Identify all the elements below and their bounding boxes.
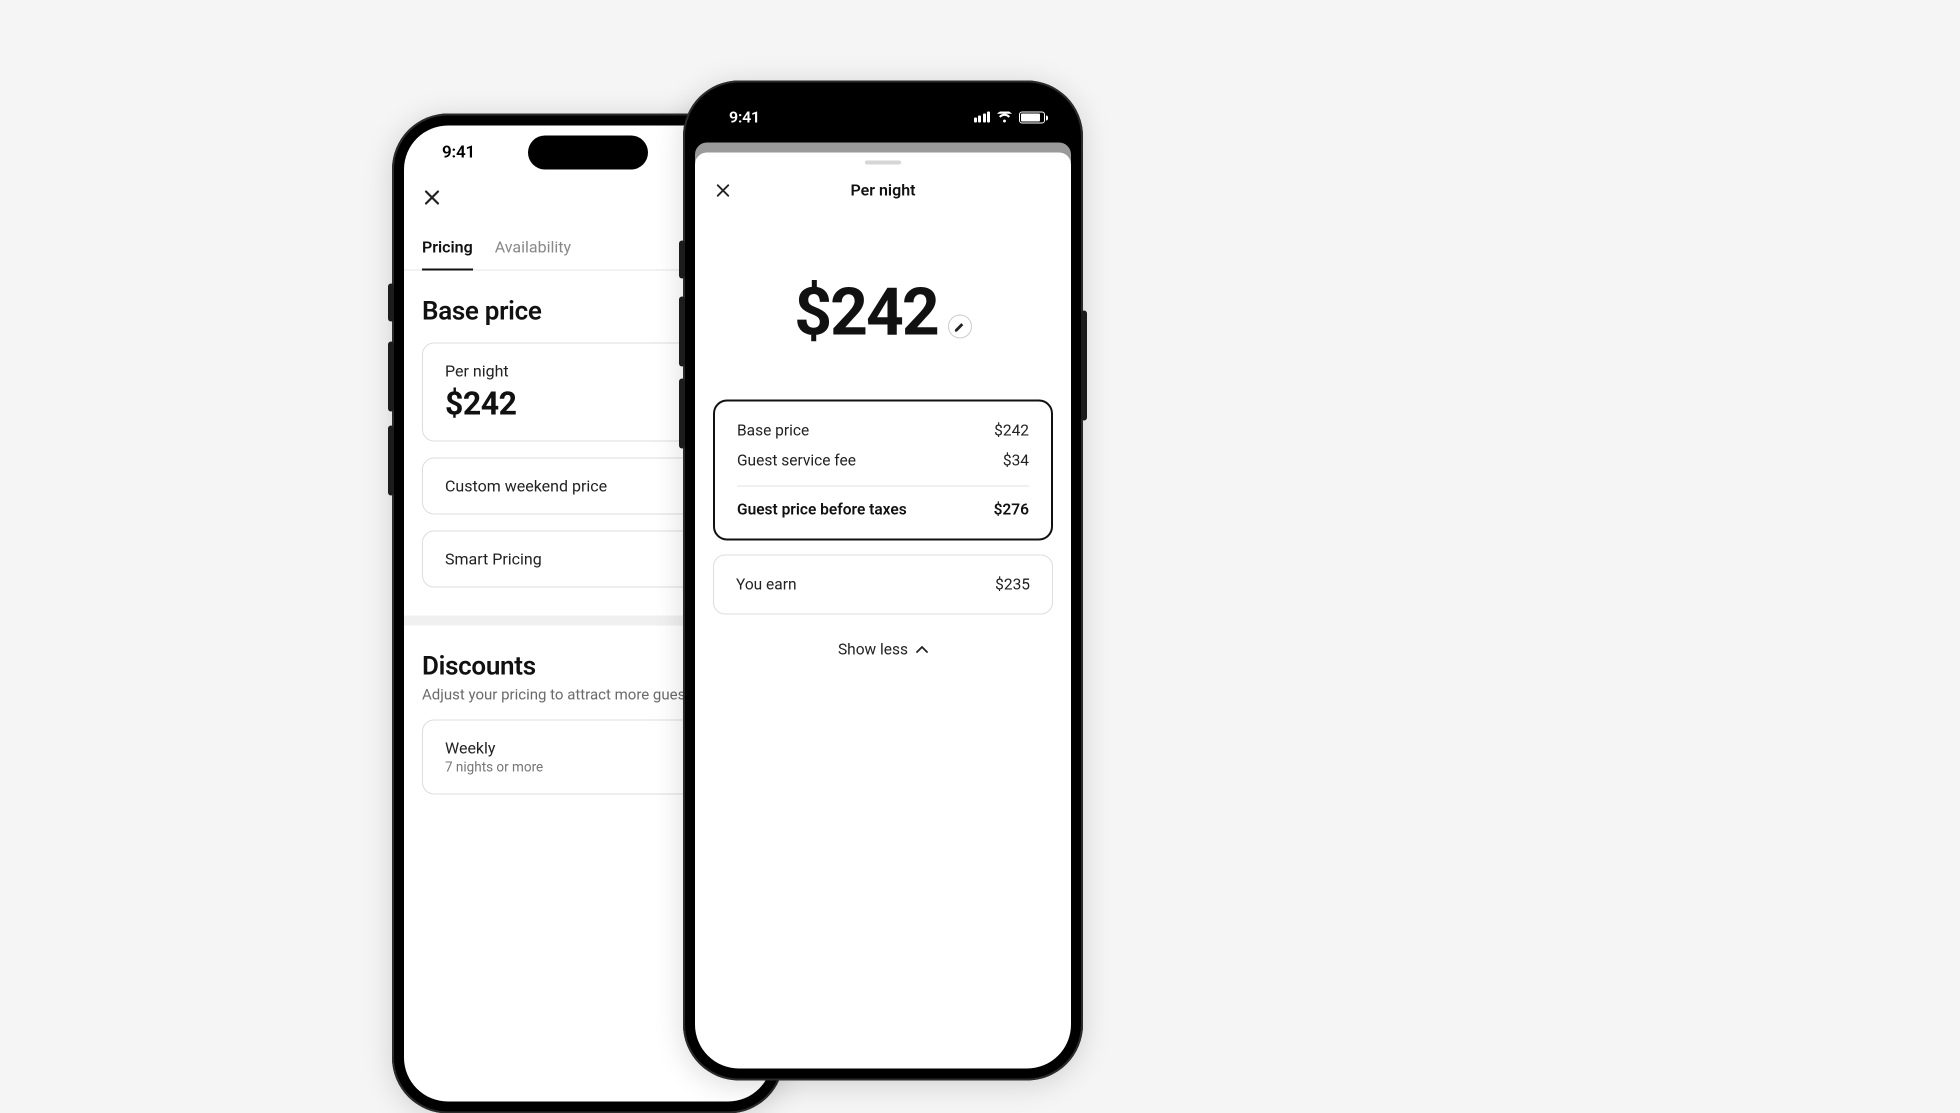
tab-availability[interactable]: Availability [495,237,571,269]
phone-side-button [679,296,685,366]
base-price-value: $242 [994,421,1029,439]
edit-price-button[interactable] [948,315,972,339]
phone-side-button [679,240,685,278]
phone-side-button [388,283,394,321]
wifi-icon [996,111,1013,123]
phone-side-button [388,341,394,411]
you-earn-row: You earn $235 [736,575,1030,593]
tab-pricing[interactable]: Pricing [422,237,473,270]
bottom-sheet: Per night $242 Base price $242 [695,152,1071,1068]
you-earn-box: You earn $235 [713,554,1053,614]
dynamic-island [528,135,648,169]
guest-price-label: Guest price before taxes [737,500,907,518]
status-time: 9:41 [442,142,475,162]
pencil-icon [954,321,965,332]
cellular-icon [974,112,991,123]
service-fee-label: Guest service fee [737,451,856,469]
phone-frame-front: 9:41 Per night [683,80,1083,1080]
show-less-label: Show less [838,640,908,658]
close-icon[interactable] [713,180,733,200]
price-breakdown-box: Base price $242 Guest service fee $34 Gu… [713,399,1053,540]
chevron-up-icon [916,645,928,653]
close-icon[interactable] [422,187,442,207]
phone-side-button [388,425,394,495]
breakdown-row-base: Base price $242 [737,421,1029,439]
status-time: 9:41 [729,108,760,127]
you-earn-label: You earn [736,575,797,593]
service-fee-value: $34 [1003,451,1029,469]
show-less-toggle[interactable]: Show less [695,640,1071,658]
breakdown-row-service: Guest service fee $34 [737,451,1029,469]
phone-side-button [679,378,685,448]
breakdown-row-total: Guest price before taxes $276 [737,500,1029,518]
status-indicators [974,111,1046,123]
sheet-title: Per night [695,181,1071,200]
you-earn-value: $235 [995,575,1030,593]
base-price-label: Base price [737,421,809,439]
phone-side-button [1081,310,1087,420]
status-bar: 9:41 [695,92,1071,142]
breakdown-divider [737,485,1029,486]
hero-price: $242 [794,274,937,351]
guest-price-value: $276 [994,500,1029,518]
battery-icon [1019,111,1045,123]
